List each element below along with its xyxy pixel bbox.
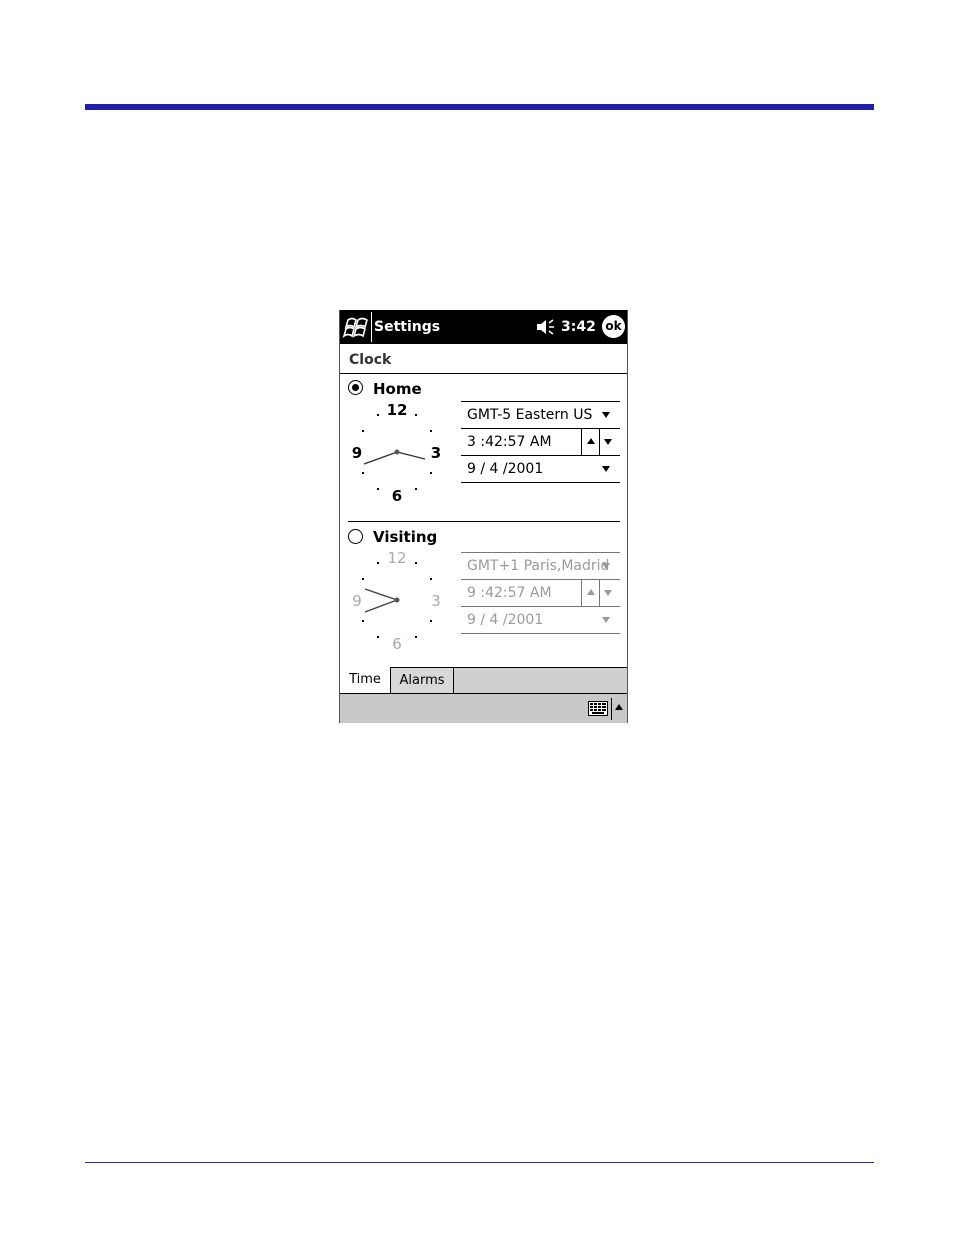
chevron-down-icon[interactable] <box>602 617 610 623</box>
home-time-field[interactable]: 3 :42:57 AM <box>461 428 620 455</box>
home-timezone-dropdown[interactable]: GMT-5 Eastern US <box>461 401 620 428</box>
app-title: Settings <box>374 319 441 335</box>
home-numeral-12: 12 <box>387 401 408 419</box>
spin-up-icon[interactable] <box>587 589 595 595</box>
home-analog-clock: 12 3 6 9 <box>352 401 441 505</box>
spinner-divider <box>599 429 600 455</box>
visiting-timezone-value: GMT+1 Paris,Madrid <box>467 558 610 574</box>
home-numeral-9: 9 <box>352 444 362 462</box>
home-date-dropdown[interactable]: 9 / 4 /2001 <box>461 455 620 483</box>
radio-selected-dot <box>351 383 359 391</box>
visiting-time-spinner[interactable] <box>581 580 620 606</box>
tab-strip: Time Alarms <box>340 667 627 693</box>
tab-time[interactable]: Time <box>340 667 391 693</box>
heading-divider <box>340 373 627 374</box>
spinner-divider <box>599 580 600 606</box>
menu-bar <box>340 693 627 723</box>
title-bar: Settings 3:42 ok <box>340 310 627 344</box>
input-panel-separator <box>611 698 612 720</box>
home-minute-hand <box>363 451 398 465</box>
title-separator <box>371 312 372 342</box>
keyboard-icon[interactable] <box>588 701 608 716</box>
home-time-value[interactable]: 3 :42:57 AM <box>467 434 552 450</box>
visiting-hour-hand <box>364 588 398 601</box>
visiting-date-value: 9 / 4 /2001 <box>467 612 544 628</box>
footer-rule <box>85 1162 874 1163</box>
spin-up-icon[interactable] <box>587 438 595 444</box>
pocketpc-screen: Settings 3:42 ok Clock Home 12 3 6 9 GMT… <box>339 310 628 723</box>
home-numeral-6: 6 <box>392 487 402 505</box>
visiting-numeral-6: 6 <box>392 635 402 653</box>
tab-alarms[interactable]: Alarms <box>391 667 454 693</box>
home-radio[interactable] <box>348 380 363 395</box>
section-divider <box>348 521 620 522</box>
visiting-analog-clock: 12 3 6 9 <box>352 549 441 653</box>
home-date-value: 9 / 4 /2001 <box>467 461 544 477</box>
start-menu-flag-icon[interactable] <box>342 312 372 342</box>
visiting-timezone-dropdown[interactable]: GMT+1 Paris,Madrid <box>461 552 620 579</box>
spin-down-icon[interactable] <box>604 590 612 596</box>
visiting-radio[interactable] <box>348 529 363 544</box>
chevron-down-icon[interactable] <box>602 563 610 569</box>
visiting-minute-hand <box>364 599 398 613</box>
visiting-date-dropdown[interactable]: 9 / 4 /2001 <box>461 606 620 634</box>
visiting-time-value[interactable]: 9 :42:57 AM <box>467 585 552 601</box>
visiting-label[interactable]: Visiting <box>373 528 437 546</box>
home-hour-hand <box>396 451 426 460</box>
spin-down-icon[interactable] <box>604 439 612 445</box>
chevron-down-icon[interactable] <box>602 466 610 472</box>
home-label[interactable]: Home <box>373 380 422 398</box>
input-method-arrow-icon[interactable] <box>615 704 623 710</box>
page-title: Clock <box>349 352 392 368</box>
home-time-spinner[interactable] <box>581 429 620 455</box>
system-clock[interactable]: 3:42 <box>561 319 596 335</box>
visiting-time-field[interactable]: 9 :42:57 AM <box>461 579 620 606</box>
visiting-numeral-3: 3 <box>431 592 441 610</box>
chevron-down-icon[interactable] <box>602 412 610 418</box>
header-rule <box>85 104 874 110</box>
ok-button[interactable]: ok <box>602 315 625 338</box>
visiting-numeral-12: 12 <box>387 549 406 567</box>
speaker-icon[interactable] <box>536 318 556 336</box>
home-timezone-value: GMT-5 Eastern US <box>467 407 593 423</box>
home-numeral-3: 3 <box>431 444 441 462</box>
visiting-numeral-9: 9 <box>352 592 362 610</box>
